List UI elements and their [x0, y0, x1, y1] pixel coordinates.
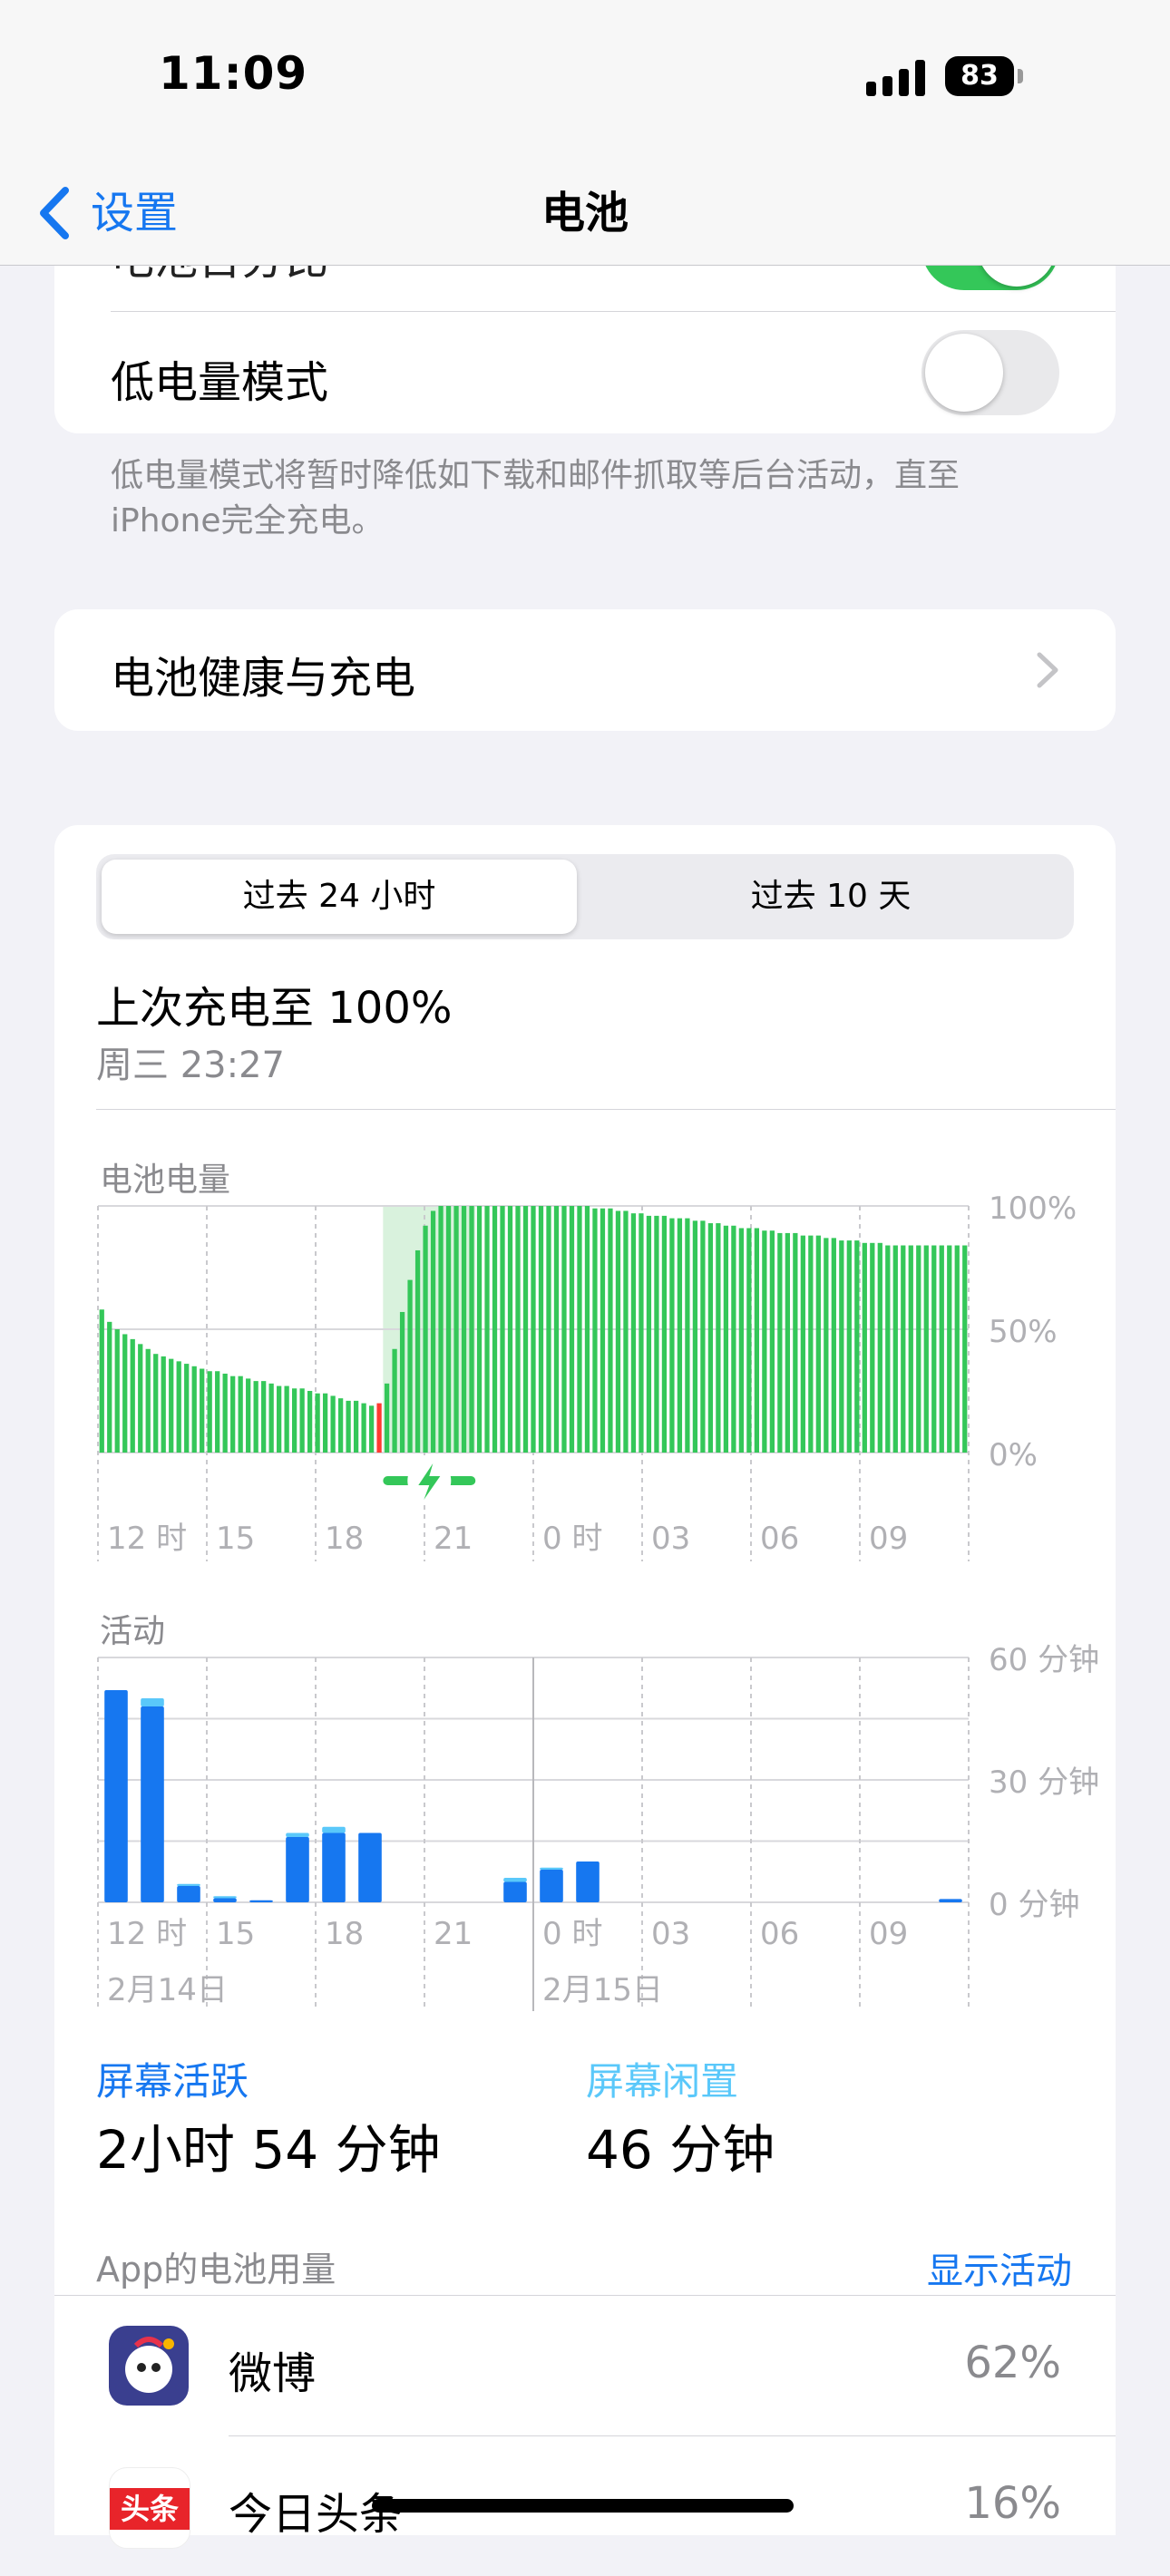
navigation-bar: 设置 电池 [0, 163, 1170, 266]
app-name: 微博 [229, 2348, 317, 2399]
time-range-segmented-control: 过去 24 小时 过去 10 天 [96, 854, 1074, 939]
chevron-right-icon [1037, 652, 1058, 688]
status-bar: 11:09 83 [0, 0, 1170, 163]
last-charge-title: 上次充电至 100% [96, 983, 453, 1034]
toutiao-icon-badge: 头条 [110, 2488, 190, 2530]
battery-nub [1018, 69, 1023, 83]
battery-icon: 83 [945, 56, 1014, 96]
low-power-mode-label: 低电量模式 [111, 357, 329, 408]
segment-10-days[interactable]: 过去 10 天 [593, 860, 1068, 934]
battery-chart-title: 电池电量 [100, 1162, 231, 1199]
page-title: 电池 [541, 188, 629, 238]
weibo-app-icon [109, 2326, 189, 2406]
screen-idle-value: 46 分钟 [586, 2119, 775, 2181]
home-indicator [372, 2499, 794, 2513]
toutiao-app-icon: 头条 [109, 2467, 190, 2549]
divider [111, 311, 1116, 312]
show-activity-link[interactable]: 显示活动 [927, 2241, 1072, 2294]
cellular-signal-icon [866, 60, 930, 96]
battery-health-label: 电池健康与充电 [111, 653, 416, 704]
divider [96, 1109, 1116, 1110]
screen-active-label: 屏幕活跃 [96, 2059, 249, 2104]
battery-health-row[interactable]: 电池健康与充电 [54, 609, 1116, 731]
status-time: 11:09 [159, 47, 308, 100]
activity-chart-title: 活动 [100, 1613, 166, 1650]
low-power-mode-toggle[interactable] [921, 330, 1059, 415]
low-power-footnote: 低电量模式将暂时降低如下载和邮件抓取等后台活动，直至iPhone完全充电。 [111, 457, 960, 540]
app-usage-header: App的电池用量 [96, 2250, 336, 2289]
last-charge-time: 周三 23:27 [96, 1045, 285, 1086]
app-row-weibo[interactable]: 微博 62% [54, 2296, 1116, 2435]
segment-24-hours[interactable]: 过去 24 小时 [102, 860, 577, 934]
screen-idle-label: 屏幕闲置 [586, 2059, 739, 2104]
screen-active-value: 2小时 54 分钟 [96, 2119, 441, 2181]
app-percent: 62% [964, 2338, 1061, 2388]
app-percent: 16% [964, 2478, 1061, 2529]
